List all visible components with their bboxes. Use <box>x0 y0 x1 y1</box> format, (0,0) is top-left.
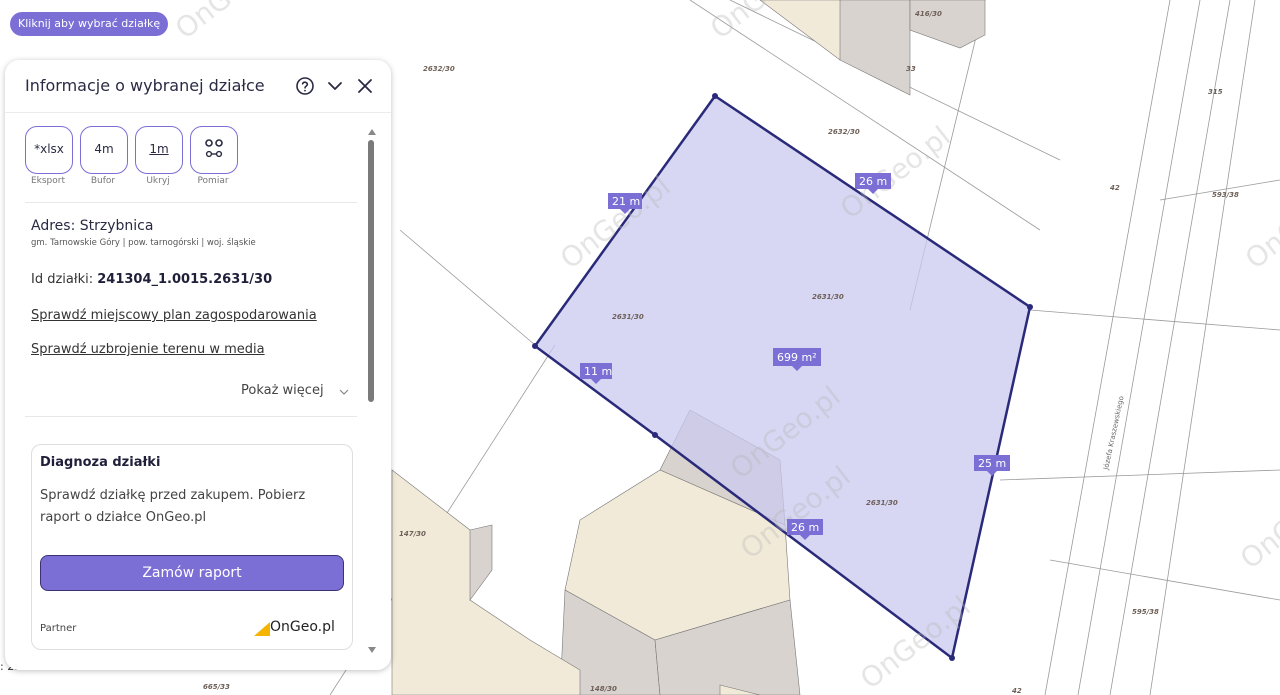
parcel-id-label: Id działki: <box>31 272 94 287</box>
parcel-id-row: Id działki: 241304_1.0015.2631/30 <box>31 272 272 287</box>
question-circle-icon[interactable] <box>293 74 317 98</box>
scroll-down-icon[interactable] <box>367 646 377 654</box>
parcel-label: 2632/30 <box>423 65 455 73</box>
parcel-info-panel: Informacje o wybranej działce *xlsx Eksp… <box>5 60 391 670</box>
svg-text:21 m: 21 m <box>612 195 640 208</box>
export-button[interactable]: *xlsx <box>25 126 73 174</box>
svg-text:26 m: 26 m <box>791 521 819 534</box>
parcel-label: 2631/30 <box>866 499 898 507</box>
export-tool[interactable]: *xlsx Eksport <box>25 126 73 186</box>
address-subtitle: gm. Tarnowskie Góry | pow. tarnogórski |… <box>31 238 256 248</box>
parcel-label: 147/30 <box>399 530 426 538</box>
hide-button[interactable]: 1m <box>135 126 183 174</box>
order-report-button[interactable]: Zamów raport <box>40 555 344 591</box>
parcel-label: 148/30 <box>590 685 617 693</box>
buffer-tool[interactable]: 4m Bufor <box>80 126 128 186</box>
parcel-label: 2631/30 <box>612 313 644 321</box>
measure-icon <box>205 139 223 158</box>
chevron-down-icon <box>339 389 349 395</box>
scrollbar-thumb[interactable] <box>368 140 374 402</box>
partner-label: Partner <box>40 623 77 634</box>
show-more-button[interactable]: Pokaż więcej <box>241 383 324 398</box>
svg-text:699 m²: 699 m² <box>777 351 817 364</box>
parcel-label: 595/38 <box>1132 608 1159 616</box>
diagnosis-text: Sprawdź działkę przed zakupem. Pobierz r… <box>40 488 306 525</box>
ongeo-logo-icon <box>254 622 270 636</box>
address-title: Adres: Strzybnica <box>31 218 154 234</box>
diagnosis-title: Diagnoza działki <box>40 455 161 470</box>
parcel-label: 416/30 <box>915 10 942 18</box>
buffer-button[interactable]: 4m <box>80 126 128 174</box>
parcel-label: 315 <box>1208 88 1223 96</box>
close-icon[interactable] <box>353 74 377 98</box>
parcel-label: 2631/30 <box>812 293 844 301</box>
measure-button[interactable] <box>190 126 238 174</box>
parcel-id-value: 241304_1.0015.2631/30 <box>97 272 273 287</box>
parcel-label: 42 <box>1110 184 1120 192</box>
parcel-label: 33 <box>906 65 916 73</box>
panel-scrollbar[interactable] <box>367 126 377 656</box>
select-parcel-chip[interactable]: Kliknij aby wybrać działkę <box>10 12 169 36</box>
divider <box>25 416 357 417</box>
divider <box>25 202 357 203</box>
parcel-label: 2632/30 <box>828 128 860 136</box>
chevron-down-icon[interactable] <box>323 74 347 98</box>
hide-tool[interactable]: 1m Ukryj <box>135 126 183 186</box>
svg-text:25 m: 25 m <box>978 457 1006 470</box>
panel-header: Informacje o wybranej działce <box>5 60 391 113</box>
scroll-up-icon[interactable] <box>367 128 377 136</box>
parcel-label: 665/33 <box>203 683 230 691</box>
svg-text:26 m: 26 m <box>859 175 887 188</box>
parcel-diagnosis-card: Diagnoza działki Sprawdź działkę przed z… <box>31 444 353 650</box>
svg-text:11 m: 11 m <box>584 365 612 378</box>
ongeo-logo[interactable]: OnGeo.pl <box>254 619 346 639</box>
utilities-link[interactable]: Sprawdź uzbrojenie terenu w media <box>31 342 265 357</box>
measure-tool[interactable]: Pomiar <box>190 126 238 186</box>
parcel-label: 593/38 <box>1212 191 1239 199</box>
panel-title: Informacje o wybranej działce <box>25 76 265 95</box>
zoning-plan-link[interactable]: Sprawdź miejscowy plan zagospodarowania <box>31 308 317 323</box>
parcel-label: 42 <box>1012 687 1022 695</box>
